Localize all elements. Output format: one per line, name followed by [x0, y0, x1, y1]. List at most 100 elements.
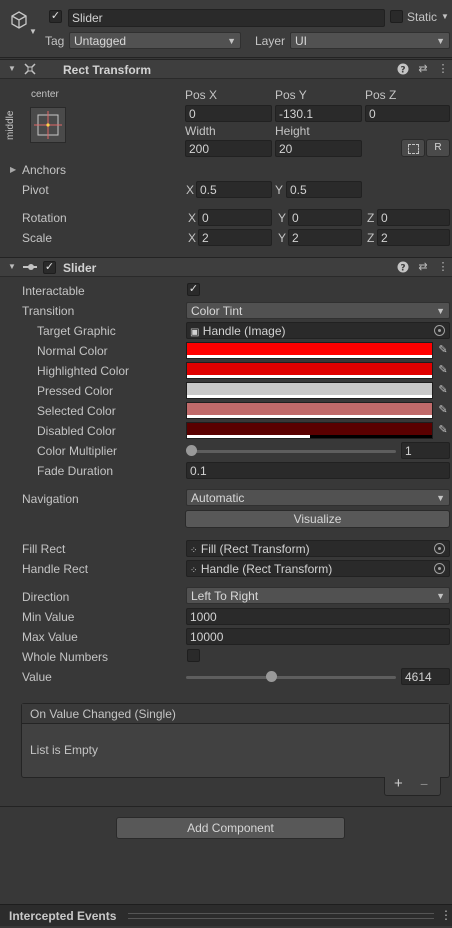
rect-transform-title: Rect Transform [63, 63, 152, 77]
preset-icon[interactable]: ⇄ [417, 63, 429, 75]
object-picker-icon[interactable] [434, 543, 445, 554]
interactable-checkbox[interactable]: ✓ [187, 283, 200, 296]
anchors-foldout-icon[interactable]: ▶ [10, 165, 16, 174]
object-picker-icon[interactable] [434, 563, 445, 574]
pos-y-label: Pos Y [275, 88, 307, 102]
slider-enabled-checkbox[interactable]: ✓ [43, 261, 56, 274]
add-component-button[interactable]: Add Component [116, 817, 345, 839]
whole-numbers-checkbox[interactable] [187, 649, 200, 662]
active-checkbox[interactable]: ✓ [49, 10, 62, 23]
event-title: On Value Changed (Single) [30, 707, 176, 721]
raw-edit-button[interactable]: R [426, 139, 450, 157]
object-picker-icon[interactable] [434, 325, 445, 336]
scale-z-field[interactable]: 2 [377, 229, 450, 246]
help-icon[interactable]: ? [397, 261, 409, 274]
pos-z-field[interactable]: 0 [365, 105, 450, 122]
fade-duration-field[interactable]: 0.1 [186, 462, 450, 479]
normal-color-swatch[interactable] [186, 342, 433, 359]
handle-rect-field[interactable]: ⁘ Handle (Rect Transform) [186, 560, 450, 577]
help-icon[interactable]: ? [397, 63, 409, 76]
fill-rect-field[interactable]: ⁘ Fill (Rect Transform) [186, 540, 450, 557]
rect-transform-icon: ⁘ [190, 565, 198, 575]
eyedropper-icon[interactable]: ✎ [435, 362, 451, 379]
static-dropdown-icon[interactable]: ▼ [441, 12, 449, 21]
rect-transform-icon: ⁘ [190, 545, 198, 555]
remove-listener-button[interactable]: − [420, 776, 428, 792]
max-value-field[interactable]: 10000 [186, 628, 450, 645]
intercepted-events-bar[interactable]: Intercepted Events ⋮ [0, 904, 452, 926]
object-name-field[interactable]: Slider [68, 9, 385, 27]
foldout-arrow-icon[interactable]: ▼ [6, 261, 18, 273]
anchors-label[interactable]: Anchors [22, 163, 66, 177]
tag-dropdown[interactable]: Untagged ▼ [69, 32, 241, 49]
direction-dropdown[interactable]: Left To Right ▼ [186, 587, 450, 604]
chevron-down-icon: ▼ [227, 36, 236, 46]
highlighted-color-swatch[interactable] [186, 362, 433, 379]
eyedropper-icon[interactable]: ✎ [435, 342, 451, 359]
tag-value: Untagged [74, 34, 127, 48]
svg-text:?: ? [400, 264, 405, 274]
static-checkbox[interactable] [390, 10, 403, 23]
selected-color-swatch[interactable] [186, 402, 433, 419]
scale-y-field[interactable]: 2 [288, 229, 362, 246]
slider-component-header[interactable]: ▼ ✓ Slider ? ⇄ ⋮ [0, 257, 452, 277]
disabled-color-swatch[interactable] [186, 422, 433, 439]
more-icon[interactable]: ⋮ [437, 261, 449, 273]
svg-text:?: ? [400, 66, 405, 76]
object-header: ▼ ✓ Slider Static ▼ Tag Untagged ▼ Layer… [0, 0, 452, 58]
scale-x-field[interactable]: 2 [198, 229, 272, 246]
pos-y-field[interactable]: -130.1 [275, 105, 362, 122]
scale-y-letter: Y [278, 231, 287, 245]
rotation-label: Rotation [22, 211, 67, 225]
fill-rect-value: Fill (Rect Transform) [200, 542, 310, 556]
value-slider-thumb[interactable] [265, 671, 277, 682]
add-listener-button[interactable]: + [394, 775, 403, 792]
rot-y-field[interactable]: 0 [288, 209, 362, 226]
rect-transform-header[interactable]: ▼ Rect Transform ? ⇄ ⋮ [0, 59, 452, 79]
eyedropper-icon[interactable]: ✎ [435, 382, 451, 399]
anchor-preset-button[interactable] [30, 107, 66, 143]
chevron-down-icon[interactable]: ▼ [29, 27, 37, 36]
direction-value: Left To Right [191, 589, 259, 603]
pivot-y-field[interactable]: 0.5 [286, 181, 362, 198]
layer-dropdown[interactable]: UI ▼ [290, 32, 450, 49]
color-multiplier-thumb[interactable] [186, 445, 197, 456]
selected-color-label: Selected Color [37, 404, 116, 418]
value-field[interactable]: 4614 [401, 668, 450, 685]
pressed-color-label: Pressed Color [37, 384, 114, 398]
rot-x-field[interactable]: 0 [198, 209, 272, 226]
fill-rect-label: Fill Rect [22, 542, 66, 556]
rot-z-field[interactable]: 0 [377, 209, 450, 226]
transition-dropdown[interactable]: Color Tint ▼ [186, 302, 450, 319]
min-value-label: Min Value [22, 610, 75, 624]
navigation-label: Navigation [22, 492, 79, 506]
color-multiplier-field[interactable]: 1 [401, 442, 450, 459]
width-field[interactable]: 200 [185, 140, 272, 157]
eyedropper-icon[interactable]: ✎ [435, 402, 451, 419]
visualize-button[interactable]: Visualize [185, 510, 450, 528]
drag-handle[interactable] [128, 913, 434, 919]
slider-title: Slider [63, 261, 97, 275]
navigation-dropdown[interactable]: Automatic ▼ [186, 489, 450, 506]
transition-label: Transition [22, 304, 75, 318]
preset-icon[interactable]: ⇄ [417, 261, 429, 273]
eyedropper-icon[interactable]: ✎ [435, 422, 451, 439]
pressed-color-swatch[interactable] [186, 382, 433, 399]
pos-z-label: Pos Z [365, 88, 397, 102]
color-multiplier-track[interactable] [190, 450, 396, 453]
more-icon[interactable]: ⋮ [440, 908, 452, 922]
scale-z-letter: Z [367, 231, 375, 245]
foldout-arrow-icon[interactable]: ▼ [6, 63, 18, 75]
pos-x-label: Pos X [185, 88, 218, 102]
min-value-field[interactable]: 1000 [186, 608, 450, 625]
value-slider-track[interactable] [186, 676, 396, 679]
rot-z-letter: Z [367, 211, 375, 225]
pivot-x-field[interactable]: 0.5 [196, 181, 272, 198]
pos-x-field[interactable]: 0 [185, 105, 272, 122]
more-icon[interactable]: ⋮ [437, 63, 449, 75]
color-multiplier-label: Color Multiplier [37, 444, 118, 458]
gameobject-icon[interactable] [10, 11, 28, 29]
blueprint-mode-button[interactable] [401, 139, 425, 157]
target-graphic-field[interactable]: ▣ Handle (Image) [186, 322, 450, 339]
height-field[interactable]: 20 [275, 140, 362, 157]
